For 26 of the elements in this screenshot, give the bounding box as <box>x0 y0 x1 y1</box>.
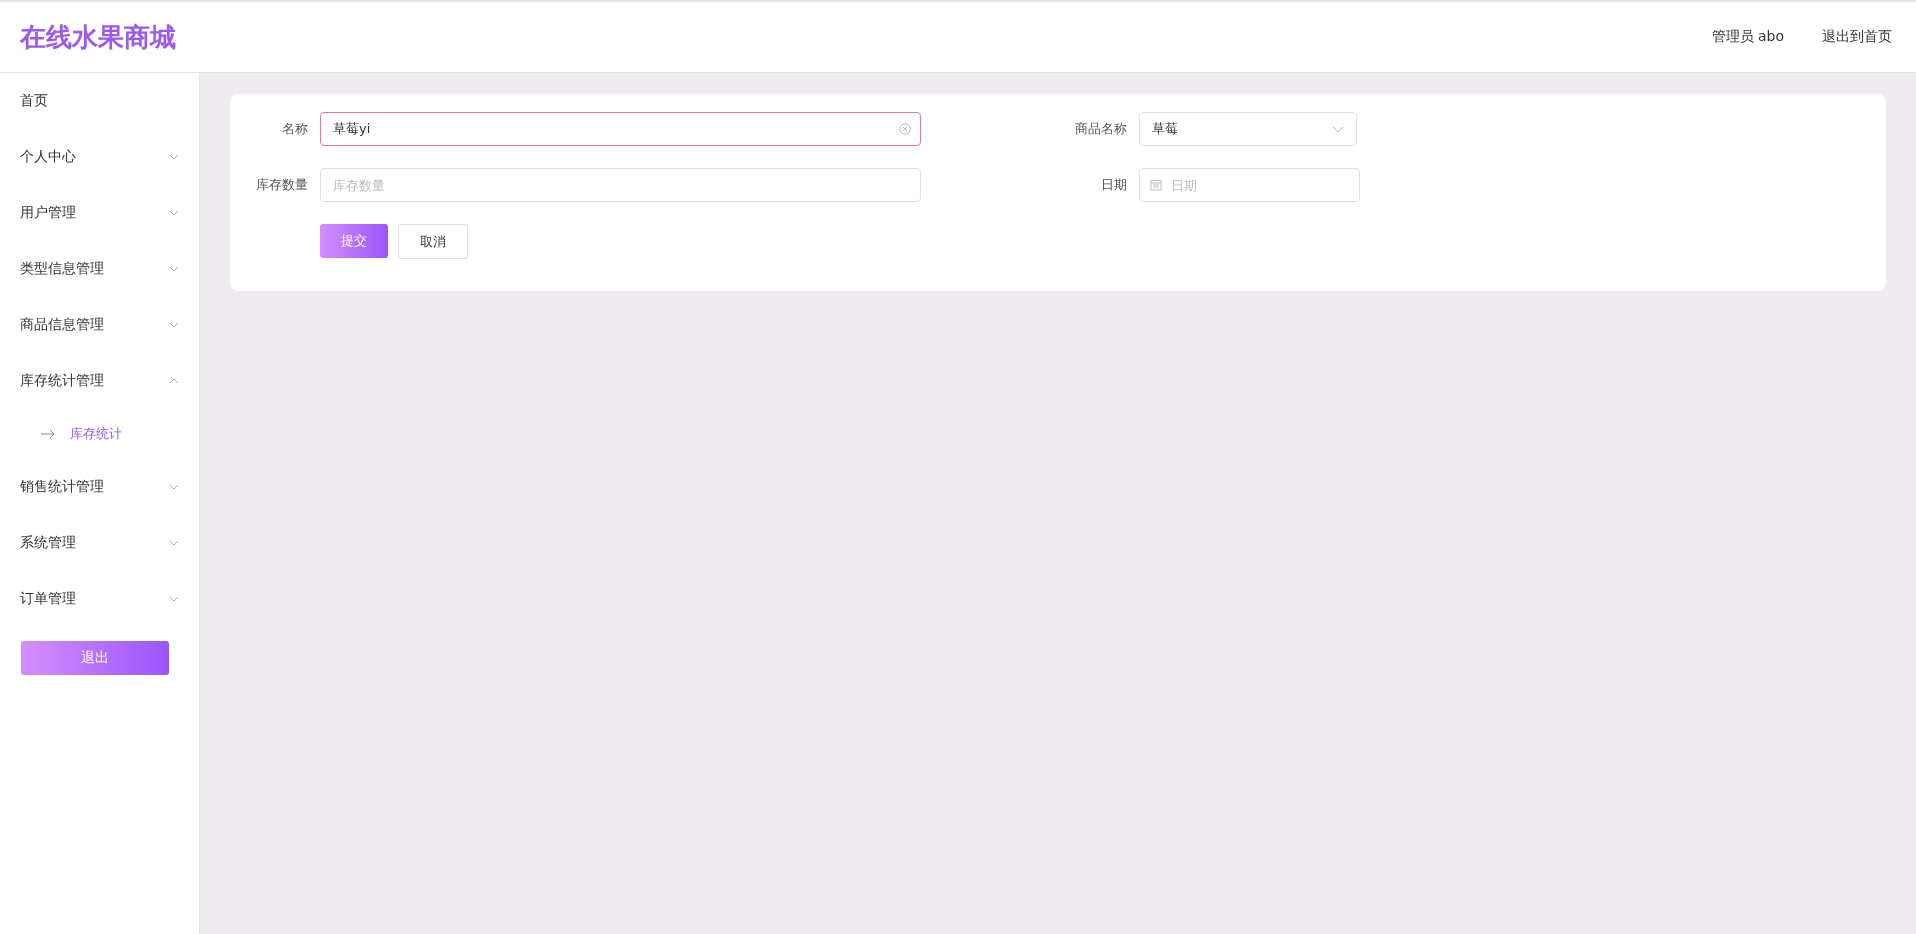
field-label: 名称 <box>281 120 308 138</box>
admin-name: 管理员 abo <box>1711 28 1784 46</box>
field-label: 商品名称 <box>1074 120 1127 138</box>
input-field[interactable]: 草莓yi <box>320 112 921 146</box>
clear-icon[interactable] <box>899 123 911 135</box>
site-logo: 在线水果商城 <box>20 20 176 54</box>
field-label: 日期 <box>1100 176 1127 194</box>
menu-item[interactable]: 用户管理 <box>0 185 199 241</box>
menu-item[interactable]: 商品信息管理 <box>0 297 199 353</box>
menu-item[interactable]: 销售统计管理 <box>0 459 199 515</box>
chevron-down-icon <box>1332 125 1344 133</box>
arrow-right-icon <box>40 429 56 439</box>
select-field[interactable]: 草莓 <box>1139 112 1357 146</box>
submenu-item[interactable]: 库存统计 <box>0 409 199 459</box>
input-field[interactable]: 库存数量 <box>320 168 921 202</box>
menu-item[interactable]: 个人中心 <box>0 129 199 185</box>
home-link[interactable]: 退出到首页 <box>1822 28 1892 46</box>
menu-item[interactable]: 首页 <box>0 73 199 129</box>
menu-item[interactable]: 系统管理 <box>0 515 199 571</box>
menu-item[interactable]: 库存统计管理 <box>0 353 199 409</box>
menu-item[interactable]: 订单管理 <box>0 571 199 627</box>
calendar-icon <box>1150 179 1162 191</box>
cancel-button[interactable]: 取消 <box>398 224 468 259</box>
date-field[interactable]: 日期 <box>1139 168 1360 202</box>
menu-item[interactable]: 类型信息管理 <box>0 241 199 297</box>
field-label: 库存数量 <box>255 176 308 194</box>
